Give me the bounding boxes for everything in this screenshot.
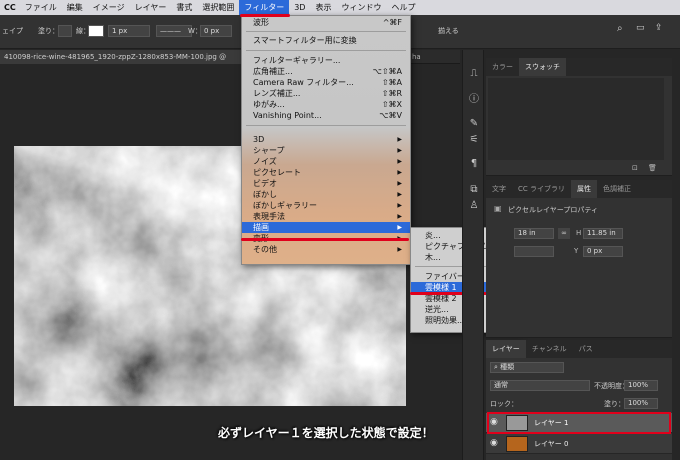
pixel-layer-icon: ▣ — [494, 204, 502, 213]
panel-icon-column: ⎍ ⓘ ✎ ⚟ ¶ ⧉ ♙ — [462, 50, 484, 460]
stroke-type-dropdown[interactable]: ——— — [156, 25, 192, 37]
stroke-width-field[interactable]: 1 px — [108, 25, 150, 37]
menu-help[interactable]: ヘルプ — [386, 0, 420, 15]
document-tab[interactable]: 410098-rice-wine-481965_1920-zppZ-1280x8… — [0, 50, 244, 64]
menu-item-stylize[interactable]: 表現手法 ▶ — [242, 211, 410, 222]
link-icon[interactable]: ∞ — [558, 228, 570, 239]
menu-item-smart-filter[interactable]: スマートフィルター用に変換 — [242, 35, 410, 46]
menu-item-lens-correction[interactable]: レンズ補正... ⇧⌘R — [242, 88, 410, 99]
menu-item-pixelate[interactable]: ピクセレート ▶ — [242, 167, 410, 178]
lock-label: ロック： — [490, 400, 518, 408]
width-field[interactable]: 18 in — [514, 228, 554, 239]
menu-item-blur[interactable]: ぼかし ▶ — [242, 189, 410, 200]
tab-color[interactable]: カラー — [486, 58, 519, 76]
annotation-highlight-box — [487, 412, 671, 434]
menubar: CC ファイル 編集 イメージ レイヤー 書式 選択範囲 フィルター 3D 表示… — [0, 0, 680, 15]
properties-panel-tabs: 文字 CC ライブラリ 属性 色調補正 — [486, 180, 672, 198]
annotation-caption: 必ずレイヤー１を選択した状態で設定！ — [218, 426, 434, 440]
brush-icon[interactable]: ✎ — [468, 118, 480, 130]
menu-item-filter-gallery[interactable]: フィルターギャラリー... — [242, 55, 410, 66]
tab-adjustments[interactable]: 色調補正 — [597, 180, 637, 198]
w-field[interactable]: 0 px — [200, 25, 232, 37]
fill-swatch[interactable] — [58, 25, 72, 37]
stroke-swatch[interactable] — [88, 25, 104, 37]
menu-view[interactable]: 表示 — [310, 0, 336, 15]
tab-properties[interactable]: 属性 — [571, 180, 598, 198]
layer-thumbnail — [506, 436, 528, 452]
menu-image[interactable]: イメージ — [88, 0, 130, 15]
menu-item-last-filter[interactable]: 波形 ^⌘F — [242, 17, 410, 28]
menu-item-sharpen[interactable]: シャープ ▶ — [242, 145, 410, 156]
menu-edit[interactable]: 編集 — [62, 0, 88, 15]
menu-item-other[interactable]: その他 ▶ — [242, 244, 410, 255]
tab-channels[interactable]: チャンネル — [526, 340, 573, 358]
annotation-underline-filter — [240, 14, 290, 17]
edge-label: 揃える — [438, 27, 459, 35]
menu-separator — [246, 50, 406, 51]
x-field[interactable] — [514, 246, 554, 257]
menu-item-video[interactable]: ビデオ ▶ — [242, 178, 410, 189]
menu-select[interactable]: 選択範囲 — [197, 0, 239, 15]
menu-separator — [246, 31, 406, 32]
y-label: Y — [574, 247, 579, 255]
swatches-panel: カラー スウォッチ ⊡ 🗑 — [486, 58, 672, 176]
info-icon[interactable]: ⓘ — [468, 94, 480, 106]
annotation-underline-render — [241, 238, 409, 241]
properties-panel: 文字 CC ライブラリ 属性 色調補正 ▣ ピクセルレイヤープロパティ 18 i… — [486, 180, 672, 338]
menu-window[interactable]: ウィンドウ — [336, 0, 386, 15]
menu-type[interactable]: 書式 — [171, 0, 197, 15]
tab-swatches[interactable]: スウォッチ — [519, 58, 566, 76]
menu-item-blur-gallery[interactable]: ぼかしギャラリー ▶ — [242, 200, 410, 211]
layers-panel-tabs: レイヤー チャンネル パス — [486, 340, 672, 358]
menu-item-camera-raw[interactable]: Camera Raw フィルター... ⇧⌘A — [242, 77, 410, 88]
menu-separator — [246, 125, 406, 126]
paragraph-icon[interactable]: ¶ — [468, 158, 480, 170]
blend-mode-dropdown[interactable]: 通常 — [490, 380, 590, 391]
height-label: H — [576, 229, 582, 237]
layer-name[interactable]: レイヤー 0 — [534, 439, 568, 449]
trash-icon[interactable]: 🗑 — [648, 164, 657, 172]
properties-title: ピクセルレイヤープロパティ — [508, 206, 598, 214]
opacity-field[interactable]: 100% — [624, 380, 658, 391]
adjust-icon[interactable]: ♙ — [468, 200, 480, 212]
y-field[interactable]: 0 px — [583, 246, 623, 257]
history-icon[interactable]: ⎍ — [468, 68, 480, 80]
app-name: CC — [4, 3, 16, 12]
menu-layer[interactable]: レイヤー — [130, 0, 172, 15]
menu-item-3d[interactable]: 3D ▶ — [242, 134, 410, 145]
menu-item-vanishing-point[interactable]: Vanishing Point... ⌥⌘V — [242, 110, 410, 121]
tab-paths[interactable]: パス — [573, 340, 599, 358]
layer-row[interactable]: ◉ レイヤー 0 — [486, 434, 672, 454]
tab-layers[interactable]: レイヤー — [486, 340, 526, 358]
menu-item-adaptive-wide-angle[interactable]: 広角補正... ⌥⇧⌘A — [242, 66, 410, 77]
menu-file[interactable]: ファイル — [20, 0, 62, 15]
height-field[interactable]: 11.85 in — [583, 228, 623, 239]
fill-opacity-field[interactable]: 100% — [624, 398, 658, 409]
swatches-grid[interactable] — [488, 78, 664, 160]
workspace-icon[interactable]: ▭ — [636, 23, 645, 33]
menu-item-noise[interactable]: ノイズ ▶ — [242, 156, 410, 167]
tab-cc-libraries[interactable]: CC ライブラリ — [512, 180, 571, 198]
search-icon[interactable]: ⌕ — [617, 23, 623, 34]
swatches-panel-tabs: カラー スウォッチ — [486, 58, 672, 76]
layer-kind-filter[interactable]: ⌕ 種類 — [490, 362, 564, 373]
filter-menu: 波形 ^⌘F スマートフィルター用に変換 フィルターギャラリー... 広角補正..… — [241, 15, 411, 265]
visibility-eye-icon[interactable]: ◉ — [490, 438, 498, 448]
brush-settings-icon[interactable]: ⚟ — [468, 134, 480, 146]
fill-label: 塗り： — [38, 27, 59, 35]
share-icon[interactable]: ⇪ — [655, 23, 663, 33]
clone-source-icon[interactable]: ⧉ — [468, 184, 480, 196]
new-swatch-icon[interactable]: ⊡ — [632, 164, 638, 172]
menu-filter[interactable]: フィルター — [239, 0, 290, 15]
tab-type[interactable]: 文字 — [486, 180, 512, 198]
menu-item-liquify[interactable]: ゆがみ... ⇧⌘X — [242, 99, 410, 110]
fill-opacity-label: 塗り： — [604, 400, 625, 408]
menu-item-render[interactable]: 描画 ▶ — [242, 222, 410, 233]
tool-mode-label[interactable]: ェイプ — [2, 26, 23, 36]
menu-3d[interactable]: 3D — [289, 0, 310, 15]
